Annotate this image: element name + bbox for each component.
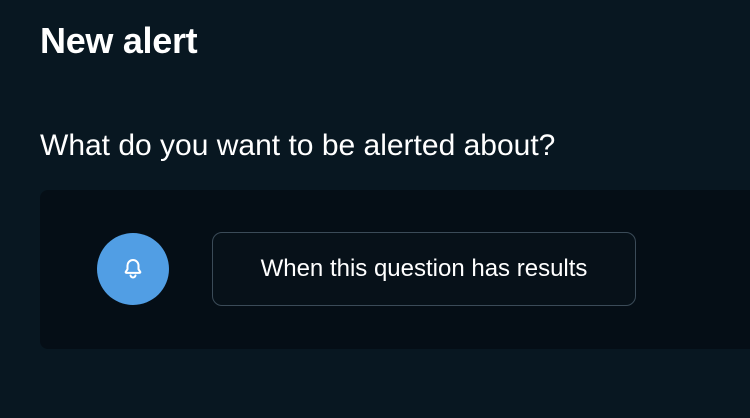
bell-icon [121,257,145,281]
alert-type-card: When this question has results [40,190,750,349]
has-results-option-button[interactable]: When this question has results [212,232,636,306]
bell-icon-circle [97,233,169,305]
new-alert-modal: New alert What do you want to be alerted… [0,0,750,418]
page-title: New alert [40,20,198,61]
alert-question-label: What do you want to be alerted about? [40,129,556,162]
